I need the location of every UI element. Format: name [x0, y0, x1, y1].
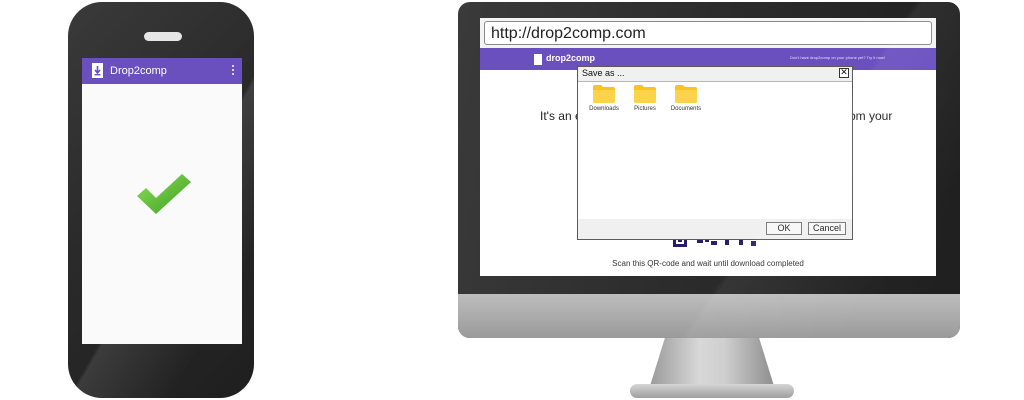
phone-screen: Drop2comp	[82, 58, 242, 344]
overflow-menu-icon[interactable]	[230, 63, 236, 79]
monitor-chin	[458, 294, 960, 338]
phone-device: Drop2comp	[68, 2, 254, 398]
site-promo-link[interactable]: Don't have drop2comp on your phone yet? …	[790, 55, 885, 61]
app-bar: Drop2comp	[82, 58, 242, 84]
monitor-screen: http://drop2comp.com drop2comp Don't hav…	[480, 18, 936, 276]
close-icon[interactable]: ✕	[839, 68, 849, 78]
folder-documents[interactable]: Documents	[666, 85, 706, 112]
save-as-dialog: Save as ... ✕ Downloads Pictures Documen…	[577, 66, 853, 240]
folder-label: Pictures	[634, 106, 656, 112]
monitor-stand	[650, 338, 774, 386]
folder-icon	[634, 85, 656, 103]
site-name: drop2comp	[546, 53, 596, 63]
app-logo-icon	[92, 63, 103, 78]
dialog-footer: OK Cancel	[578, 219, 852, 239]
url-text: http://drop2comp.com	[491, 25, 646, 42]
scan-instruction: Scan this QR-code and wait until downloa…	[612, 259, 804, 268]
folder-downloads[interactable]: Downloads	[584, 85, 624, 112]
app-title: Drop2comp	[110, 65, 167, 77]
folder-label: Documents	[670, 106, 702, 112]
dialog-titlebar[interactable]: Save as ... ✕	[578, 67, 852, 82]
phone-speaker	[144, 32, 182, 41]
checkmark-icon	[134, 170, 194, 220]
folder-label: Downloads	[589, 106, 619, 112]
folder-icon	[675, 85, 697, 103]
site-heading-left: It's an e	[540, 109, 582, 123]
folder-icon	[593, 85, 615, 103]
address-bar[interactable]: http://drop2comp.com	[484, 21, 932, 45]
folder-pictures[interactable]: Pictures	[625, 85, 665, 112]
site-logo-icon	[534, 54, 542, 65]
folder-list: Downloads Pictures Documents	[578, 85, 852, 205]
ok-button[interactable]: OK	[766, 222, 802, 235]
monitor-base	[630, 384, 794, 398]
cancel-button[interactable]: Cancel	[808, 222, 846, 235]
site-heading-right: om your	[849, 109, 893, 123]
monitor-device: http://drop2comp.com drop2comp Don't hav…	[458, 2, 960, 338]
dialog-title: Save as ...	[582, 68, 625, 78]
